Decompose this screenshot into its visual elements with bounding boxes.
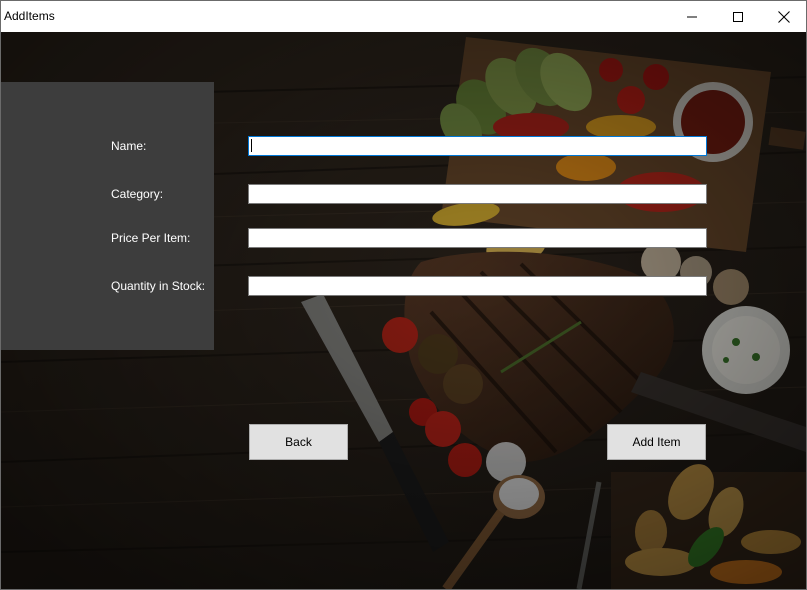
name-input[interactable] [248,136,707,156]
category-label: Category: [111,187,164,201]
maximize-button[interactable] [715,1,761,32]
add-item-button[interactable]: Add Item [607,424,706,460]
additems-window: AddItems Name: Category: Price Per Item:… [0,0,807,590]
price-per-item-label: Price Per Item: [111,231,191,245]
name-label: Name: [111,139,147,153]
back-button[interactable]: Back [249,424,348,460]
title-bar[interactable]: AddItems [1,1,806,32]
close-icon [778,10,790,23]
maximize-icon [733,11,743,22]
quantity-in-stock-input[interactable] [248,276,707,296]
labels-panel [1,82,214,350]
price-per-item-input[interactable] [248,228,707,248]
minimize-icon [687,16,697,17]
close-button[interactable] [761,1,806,32]
quantity-in-stock-label: Quantity in Stock: [111,279,206,293]
text-caret [251,139,252,152]
category-input[interactable] [248,184,707,204]
minimize-button[interactable] [669,1,715,32]
window-title: AddItems [4,9,55,23]
